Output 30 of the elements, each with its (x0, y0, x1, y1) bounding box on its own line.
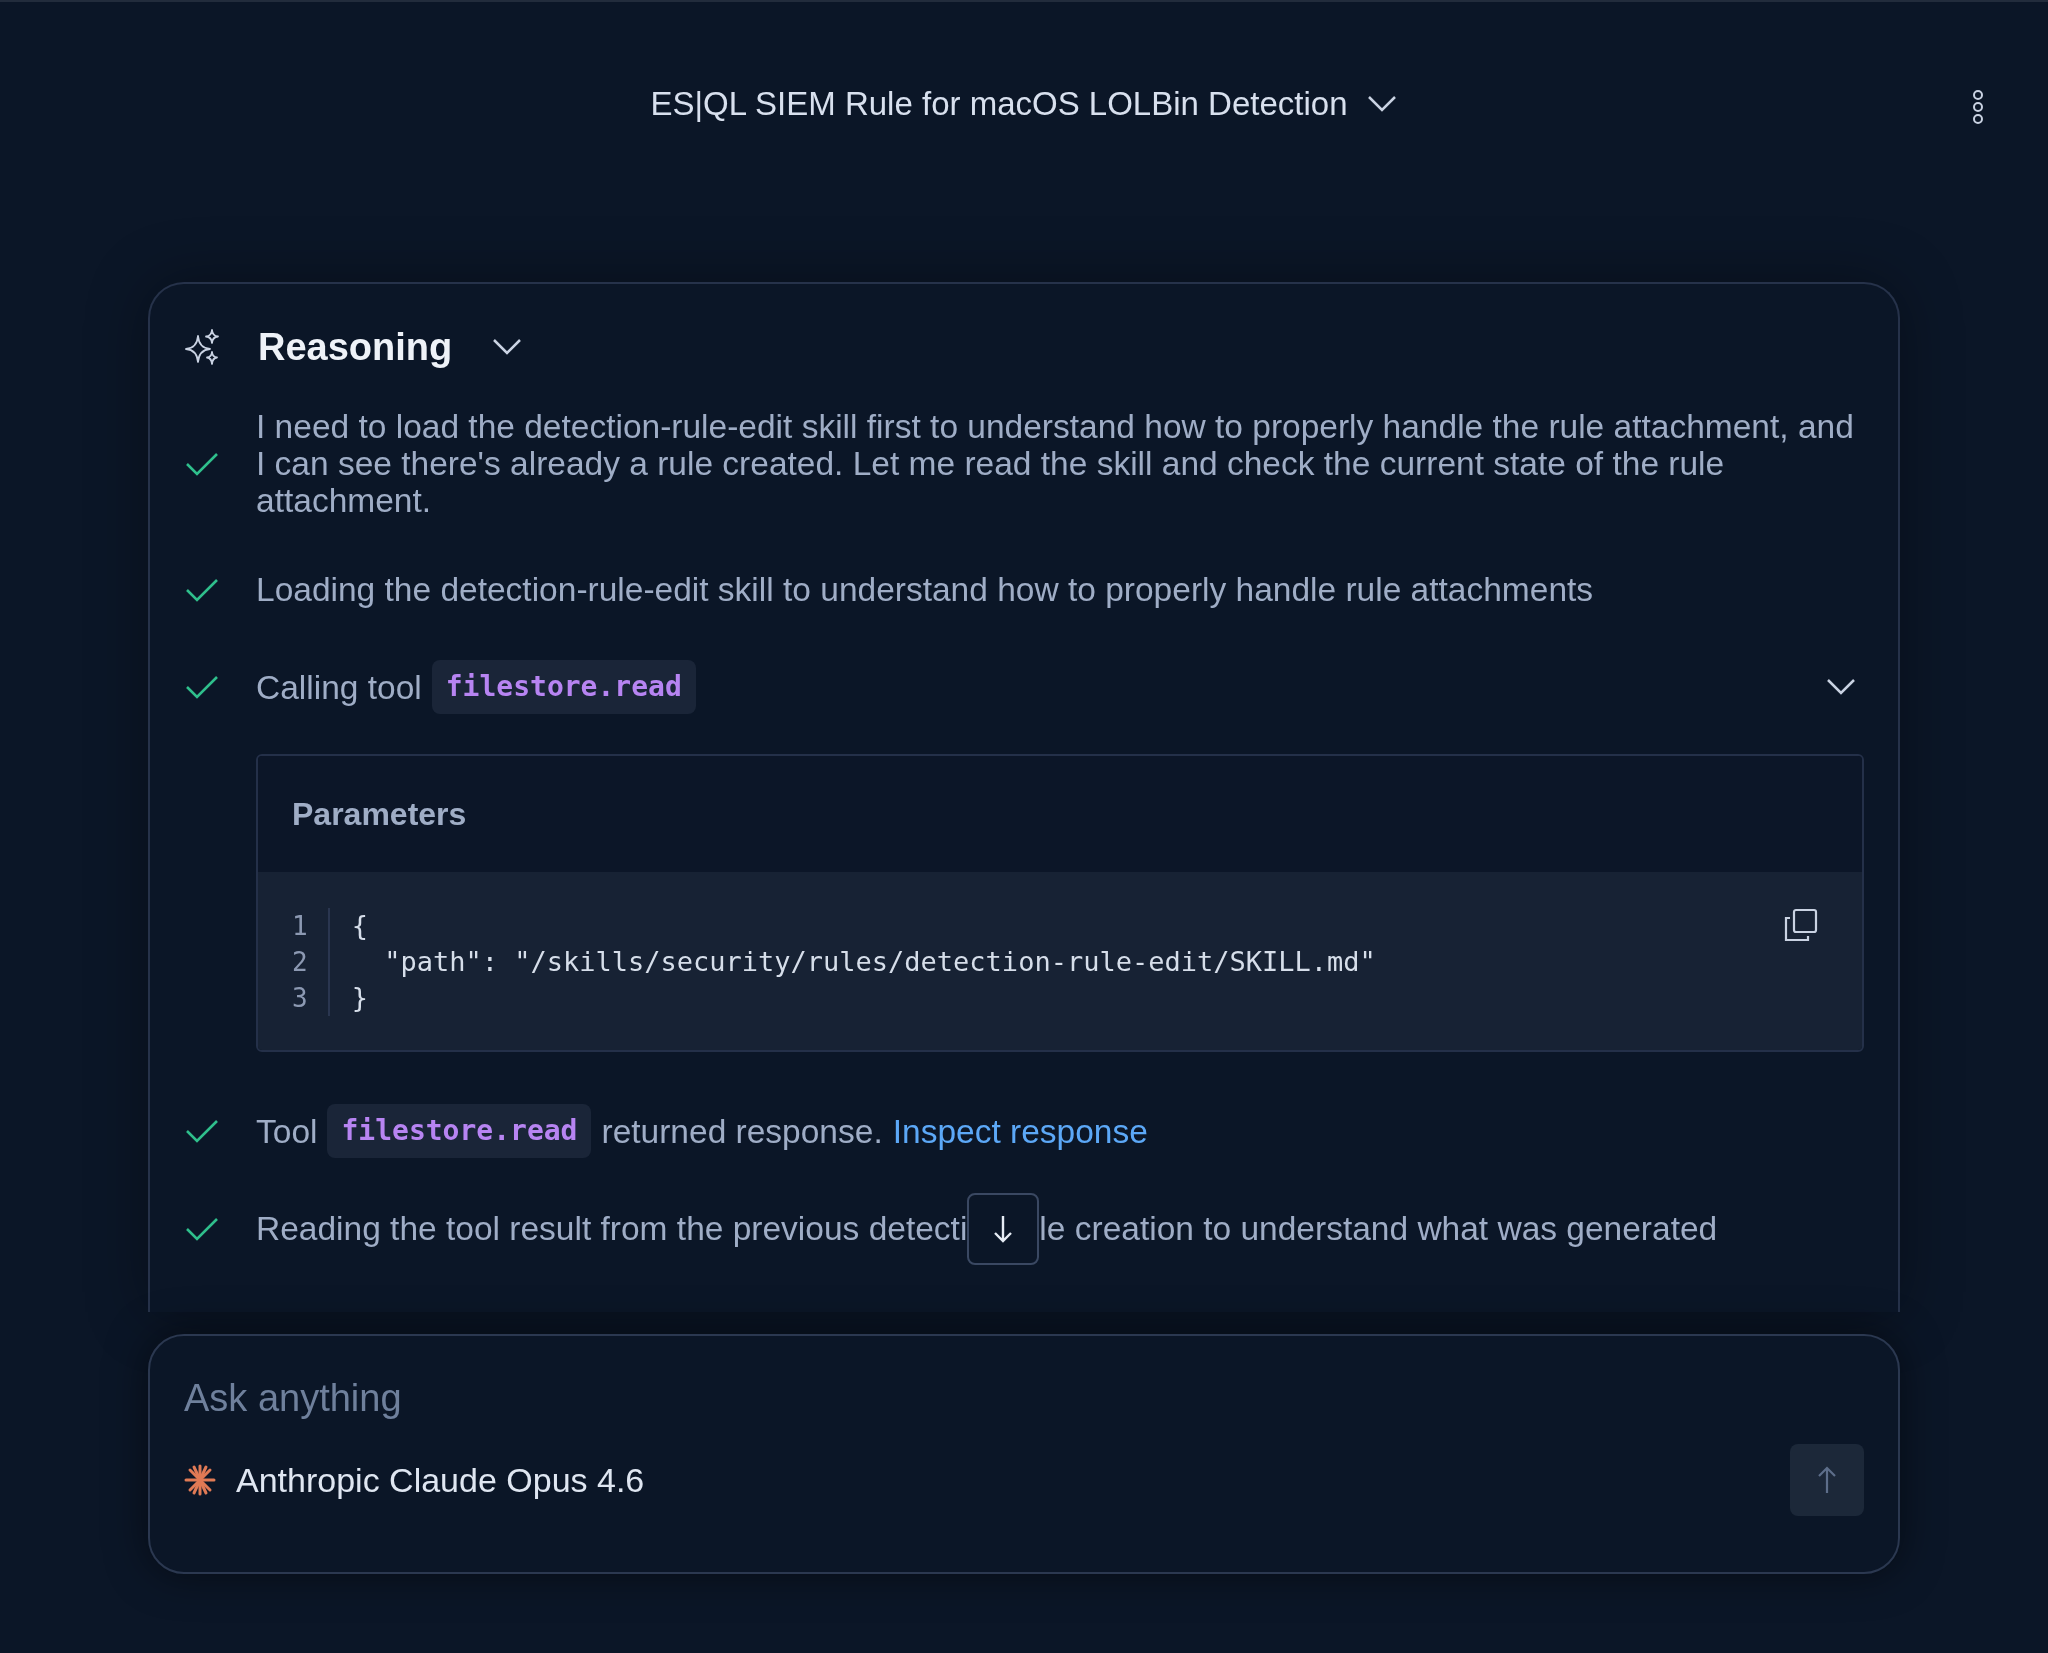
tool-response-label: Tool (256, 1112, 318, 1150)
line-number: 3 (292, 982, 308, 1015)
chevron-down-icon[interactable] (492, 338, 523, 356)
tool-call-label: Calling tool (256, 668, 422, 706)
reasoning-step-text: Loading the detection-rule-edit skill to understand how to properly handle rule attachments (256, 571, 1594, 608)
copy-icon[interactable] (1784, 908, 1818, 942)
chevron-down-icon[interactable] (1826, 678, 1856, 696)
code-line: "path": "/skills/security/rules/detection-rule-edit/SKILL.md" (383, 945, 1376, 979)
arrow-up-icon (1817, 1465, 1837, 1495)
code-line: { (351, 909, 369, 943)
model-selector[interactable]: Anthropic Claude Opus 4.6 (236, 1454, 645, 1506)
asterisk-logo-icon (184, 1464, 216, 1496)
tool-name-tag: filestore.read (327, 1104, 592, 1158)
conversation-title: ES|QL SIEM Rule for macOS LOLBin Detection (650, 84, 1348, 125)
reasoning-step-text: I need to load the detection-rule-edit skill first to understand how to properly handle the rule attachment, and I can see there's already a rule created. Let me read the skill and check the current state of the rule attachment. (256, 408, 1855, 519)
tool-name-tag: filestore.read (431, 660, 696, 714)
parameters-title: Parameters (292, 795, 467, 834)
line-number: 1 (292, 910, 308, 943)
reasoning-title: Reasoning (258, 324, 453, 370)
sparkles-icon (184, 328, 222, 366)
reasoning-step-text: Reading the tool result from the previous detecti (256, 1210, 968, 1247)
chevron-down-icon[interactable] (1367, 95, 1398, 113)
arrow-down-icon (993, 1213, 1014, 1244)
code-line: } (351, 981, 369, 1015)
tool-response-text: returned response. (601, 1112, 883, 1150)
line-number: 2 (292, 946, 308, 979)
message-input[interactable]: Ask anything (184, 1372, 1864, 1424)
reasoning-step-text: le creation to understand what was generated (1039, 1210, 1718, 1247)
inspect-response-link[interactable]: Inspect response (892, 1112, 1148, 1150)
more-options-icon[interactable] (1972, 90, 1984, 124)
